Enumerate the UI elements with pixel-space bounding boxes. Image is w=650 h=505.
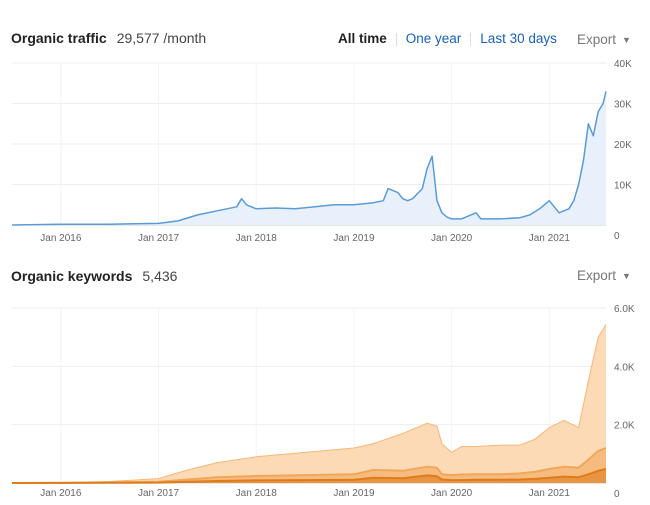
- organic-keywords-section: Organic keywords 5,436 Export ▼ 0 2.0K 4.0K 6…: [0, 0, 650, 505]
- x-tick-label: Jan 2018: [236, 488, 278, 499]
- x-tick-label: Jan 2021: [529, 488, 571, 499]
- keywords-series-area: [12, 324, 606, 483]
- y-tick-label: 0: [614, 489, 620, 500]
- organic-keywords-chart: 0 2.0K 4.0K 6.0K Jan 2016 Jan 2017 Jan 2018 Jan…: [11, 304, 635, 500]
- y-tick-label: 4.0K: [614, 362, 635, 373]
- x-tick-label: Jan 2017: [138, 488, 180, 499]
- y-tick-label: 6.0K: [614, 304, 635, 315]
- x-tick-label: Jan 2019: [333, 488, 375, 499]
- y-tick-label: 2.0K: [614, 421, 635, 432]
- x-tick-label: Jan 2016: [40, 488, 82, 499]
- x-tick-label: Jan 2020: [431, 488, 473, 499]
